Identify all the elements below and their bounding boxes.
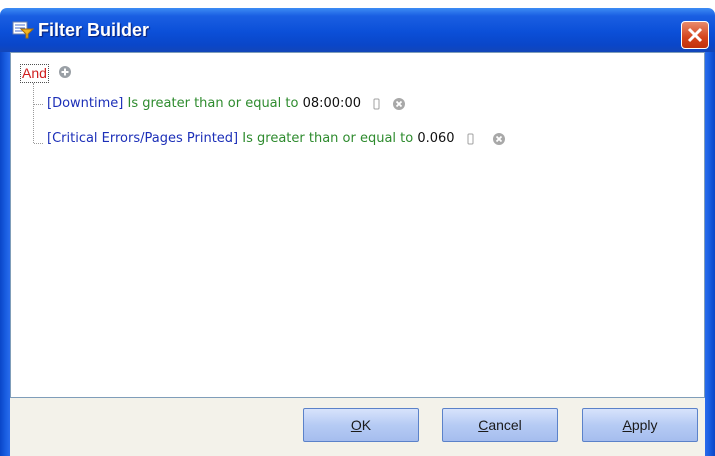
filter-tree-panel[interactable]: And [Downtime] Is greater than or equal … [10,52,705,398]
close-button[interactable] [681,21,709,49]
title-bar[interactable]: Filter Builder [0,8,715,52]
condition-field[interactable]: [Downtime] [47,96,123,111]
condition-value[interactable]: 08:00:00 [303,96,361,111]
ok-label-rest: K [361,417,372,433]
remove-condition-icon[interactable] [391,97,407,111]
condition-operator[interactable]: Is greater than or equal to [128,96,299,111]
tree-connector [34,143,43,144]
cancel-button[interactable]: Cancel [442,408,558,442]
group-operator-and[interactable]: And [20,64,49,83]
tree-connector [34,104,43,105]
condition-row: [Downtime] Is greater than or equal to 0… [47,95,407,112]
dialog-footer: OK Cancel Apply [10,398,705,456]
value-edit-icon[interactable] [369,98,385,110]
cancel-mnemonic: C [478,417,489,433]
filter-builder-window: Filter Builder And [Downtime] Is greater… [0,0,715,456]
ok-button[interactable]: OK [303,408,419,442]
ok-mnemonic: O [350,417,362,433]
apply-label-rest: pply [631,417,658,433]
condition-row: [Critical Errors/Pages Printed] Is great… [47,130,507,147]
filter-builder-icon [12,21,34,39]
cancel-label-rest: ancel [488,417,522,433]
tree-connector [33,83,34,143]
window-frame-left [0,52,10,456]
condition-field[interactable]: [Critical Errors/Pages Printed] [47,131,238,146]
add-condition-icon[interactable] [58,65,72,79]
value-edit-icon[interactable] [463,133,479,145]
window-frame-right [705,52,715,456]
condition-operator[interactable]: Is greater than or equal to [242,131,413,146]
condition-value[interactable]: 0.060 [417,131,454,146]
window-title: Filter Builder [38,20,150,40]
apply-mnemonic: A [622,417,632,433]
apply-button[interactable]: Apply [582,408,698,442]
remove-condition-icon[interactable] [485,132,507,146]
close-icon [687,27,703,43]
